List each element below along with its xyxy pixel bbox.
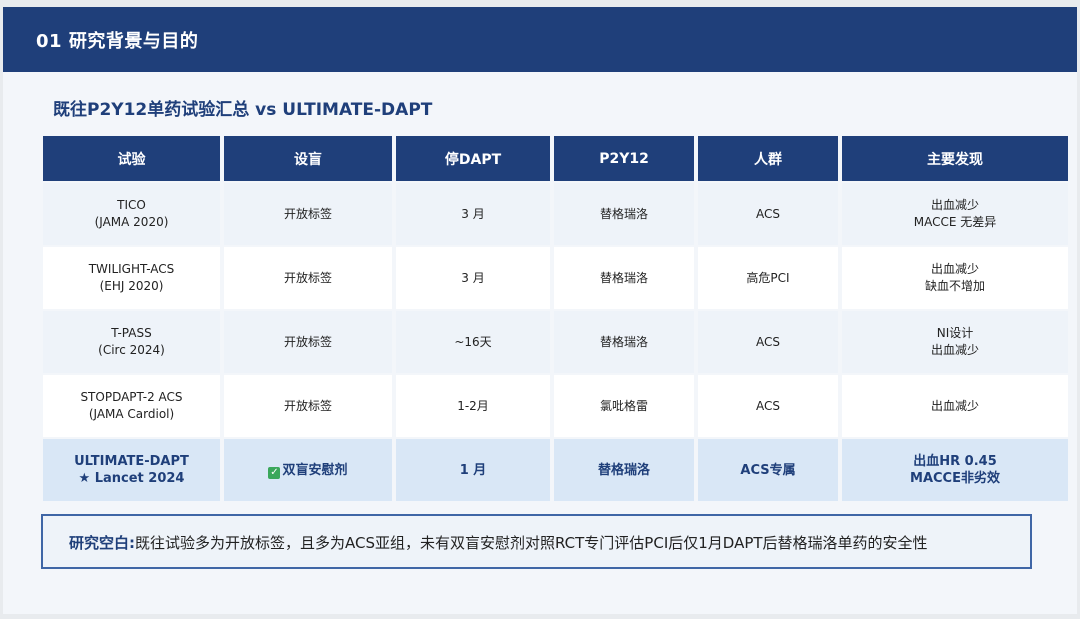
findings-cell: 出血减少 MACCE 无差异 [842, 183, 1068, 245]
stop-dapt-cell: 3 月 [396, 247, 550, 309]
finding-line: MACCE非劣效 [910, 471, 1000, 486]
blinding-cell: 开放标签 [224, 183, 392, 245]
research-gap-body: 既往试验多为开放标签，且多为ACS亚组，未有双盲安慰剂对照RCT专门评估PCI后… [135, 534, 928, 552]
section-title: 01 研究背景与目的 [36, 31, 199, 52]
p2y12-cell: 替格瑞洛 [554, 183, 694, 245]
stop-dapt-cell: 3 月 [396, 183, 550, 245]
slide-subtitle: 既往P2Y12单药试验汇总 vs ULTIMATE-DAPT [53, 100, 433, 120]
table-row: TICO (JAMA 2020) 开放标签 3 月 替格瑞洛 ACS 出血减少 … [43, 183, 1068, 245]
trial-cell: TWILIGHT-ACS (EHJ 2020) [43, 247, 220, 309]
p2y12-cell: 氯吡格雷 [554, 375, 694, 437]
population-cell: ACS [698, 375, 838, 437]
trial-name: STOPDAPT-2 ACS [80, 390, 183, 404]
trial-cell: ULTIMATE-DAPT ★ Lancet 2024 [43, 439, 220, 501]
checkmark-icon: ✓ [268, 466, 281, 479]
p2y12-cell: 替格瑞洛 [554, 439, 694, 501]
trial-cell: TICO (JAMA 2020) [43, 183, 220, 245]
stop-dapt-cell: ~16天 [396, 311, 550, 373]
stop-dapt-cell: 1-2月 [396, 375, 550, 437]
trials-table: 试验 设盲 停DAPT P2Y12 人群 主要发现 TICO (JAMA 202… [39, 134, 1072, 503]
column-header: 主要发现 [842, 136, 1068, 181]
finding-line: NI设计 [936, 326, 974, 340]
research-gap-text: 研究空白:既往试验多为开放标签，且多为ACS亚组，未有双盲安慰剂对照RCT专门评… [69, 532, 928, 553]
table-row: T-PASS (Circ 2024) 开放标签 ~16天 替格瑞洛 ACS NI… [43, 311, 1068, 373]
finding-line: 出血HR 0.45 [913, 454, 997, 469]
finding-line: 出血减少 [930, 398, 979, 413]
table-row: STOPDAPT-2 ACS (JAMA Cardiol) 开放标签 1-2月 … [43, 375, 1068, 437]
p2y12-cell: 替格瑞洛 [554, 247, 694, 309]
population-cell: ACS专属 [698, 439, 838, 501]
finding-line: 缺血不增加 [924, 279, 985, 293]
blinding-cell: 开放标签 [224, 311, 392, 373]
finding-line: 出血减少 [930, 262, 979, 276]
finding-line: MACCE 无差异 [913, 215, 997, 229]
trial-source: (JAMA 2020) [94, 215, 169, 229]
findings-cell: 出血减少 [842, 375, 1068, 437]
table-row: TWILIGHT-ACS (EHJ 2020) 开放标签 3 月 替格瑞洛 高危… [43, 247, 1068, 309]
column-header: 停DAPT [396, 136, 550, 181]
findings-cell: 出血HR 0.45 MACCE非劣效 [842, 439, 1068, 501]
column-header: P2Y12 [554, 136, 694, 181]
highlight-row: ULTIMATE-DAPT ★ Lancet 2024 ✓ 双盲安慰剂 1 月 替… [43, 439, 1068, 501]
population-cell: ACS [698, 183, 838, 245]
research-gap-label: 研究空白: [69, 534, 135, 552]
findings-cell: NI设计 出血减少 [842, 311, 1068, 373]
population-cell: 高危PCI [698, 247, 838, 309]
research-gap-box: 研究空白:既往试验多为开放标签，且多为ACS亚组，未有双盲安慰剂对照RCT专门评… [41, 514, 1032, 569]
trial-cell: STOPDAPT-2 ACS (JAMA Cardiol) [43, 375, 220, 437]
finding-line: 出血减少 [930, 343, 979, 357]
trial-name: TWILIGHT-ACS [88, 262, 175, 276]
finding-line: 出血减少 [930, 198, 979, 212]
blinding-cell: ✓ 双盲安慰剂 [224, 439, 392, 501]
blinding-cell: 开放标签 [224, 247, 392, 309]
population-cell: ACS [698, 311, 838, 373]
trial-name: TICO [117, 198, 146, 212]
trial-name: ULTIMATE-DAPT [74, 454, 189, 469]
stop-dapt-cell: 1 月 [396, 439, 550, 501]
column-header: 试验 [43, 136, 220, 181]
p2y12-cell: 替格瑞洛 [554, 311, 694, 373]
trial-source: (Circ 2024) [98, 343, 165, 357]
trial-cell: T-PASS (Circ 2024) [43, 311, 220, 373]
trial-source: (JAMA Cardiol) [88, 407, 175, 421]
section-header: 01 研究背景与目的 [3, 7, 1077, 72]
table-header-row: 试验 设盲 停DAPT P2Y12 人群 主要发现 [43, 136, 1068, 181]
column-header: 人群 [698, 136, 838, 181]
trial-name: T-PASS [111, 326, 152, 340]
trial-source: (EHJ 2020) [99, 279, 164, 293]
blinding-label: 双盲安慰剂 [282, 462, 348, 478]
blinding-cell: 开放标签 [224, 375, 392, 437]
trial-source: ★ Lancet 2024 [78, 471, 185, 486]
findings-cell: 出血减少 缺血不增加 [842, 247, 1068, 309]
slide: 01 研究背景与目的 既往P2Y12单药试验汇总 vs ULTIMATE-DAP… [3, 7, 1077, 614]
column-header: 设盲 [224, 136, 392, 181]
